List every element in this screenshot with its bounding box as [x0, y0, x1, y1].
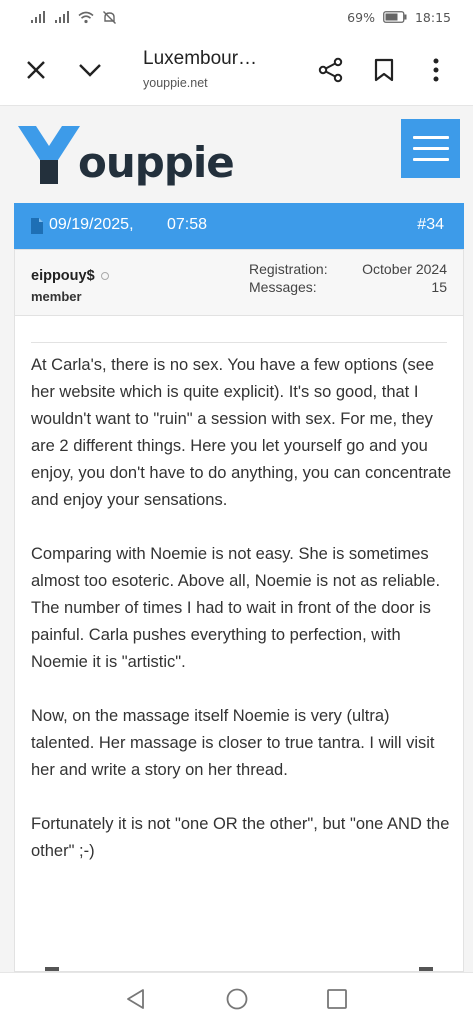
document-icon — [31, 218, 43, 234]
status-bar: 69% 18:15 — [0, 0, 473, 34]
user-stats: Registration: October 2024 Messages: 15 — [249, 260, 447, 296]
wifi-icon — [78, 11, 94, 23]
post-body: At Carla's, there is no sex. You have a … — [31, 352, 455, 892]
clock: 18:15 — [414, 9, 451, 25]
username-row: eippouy$ — [31, 268, 109, 284]
stat-registration: Registration: October 2024 — [249, 260, 447, 278]
post-paragraph: At Carla's, there is no sex. You have a … — [31, 356, 452, 509]
share-button[interactable] — [313, 52, 349, 88]
battery-icon — [383, 11, 407, 23]
close-icon — [27, 61, 45, 79]
home-icon — [226, 988, 248, 1010]
stat-label: Messages: — [249, 279, 317, 295]
site-logo[interactable]: ouppie — [16, 122, 235, 187]
browser-toolbar: Luxembour… youppie.net — [0, 34, 473, 106]
signal-icon — [55, 10, 69, 23]
post-time: 07:58 — [167, 216, 208, 233]
hamburger-menu-icon — [412, 136, 449, 139]
back-button[interactable] — [124, 987, 146, 1016]
post-footer-partial — [15, 965, 463, 971]
post-card: eippouy$ member Registration: October 20… — [14, 249, 464, 972]
bookmark-button[interactable] — [366, 52, 402, 88]
status-bar-right: 69% 18:15 — [347, 10, 451, 25]
bookmark-icon — [374, 58, 394, 82]
post-paragraph: Now, on the massage itself Noemie is ver… — [31, 707, 435, 779]
home-button[interactable] — [225, 987, 249, 1016]
post-menu-icon[interactable] — [419, 967, 433, 971]
recent-apps-icon — [327, 989, 347, 1009]
chevron-down-icon — [79, 64, 101, 77]
username-link[interactable]: eippouy$ — [31, 268, 95, 284]
logo-text: ouppie — [78, 138, 235, 187]
expand-button[interactable] — [72, 52, 108, 88]
close-button[interactable] — [18, 52, 54, 88]
battery-percent: 69% — [347, 9, 375, 25]
stat-value: 15 — [431, 279, 447, 295]
share-icon — [318, 57, 343, 83]
stat-label: Registration: — [249, 261, 328, 277]
user-role: member — [31, 289, 82, 304]
page-title: Luxembour… — [143, 48, 258, 69]
post-divider — [31, 342, 447, 343]
recent-apps-button[interactable] — [326, 988, 348, 1015]
page-title-area[interactable]: Luxembour… youppie.net — [143, 48, 303, 90]
post-header-bar: 09/19/2025, 07:58 #34 — [14, 203, 464, 249]
stat-value: October 2024 — [362, 261, 447, 277]
online-status-icon — [100, 272, 109, 280]
post-paragraph: Comparing with Noemie is not easy. She i… — [31, 545, 441, 671]
more-icon — [433, 58, 439, 82]
page-url: youppie.net — [143, 76, 208, 90]
hamburger-line — [412, 147, 449, 150]
user-info: eippouy$ member Registration: October 20… — [15, 250, 463, 316]
site-header: ouppie — [0, 106, 473, 200]
stat-messages: Messages: 15 — [249, 278, 447, 296]
hamburger-line — [412, 158, 449, 161]
signal-icon — [31, 10, 45, 23]
post-date: 09/19/2025, — [49, 216, 134, 233]
mute-icon — [103, 10, 116, 24]
hamburger-menu-button[interactable] — [401, 119, 460, 178]
status-bar-left — [30, 10, 117, 25]
post-action-icon[interactable] — [45, 967, 59, 971]
post-number-link[interactable]: #34 — [417, 216, 444, 234]
post-paragraph: Fortunately it is not "one OR the other"… — [31, 815, 450, 860]
more-options-button[interactable] — [418, 52, 454, 88]
back-icon — [127, 989, 144, 1009]
logo-y-icon — [18, 126, 80, 184]
system-nav-bar — [0, 972, 473, 1024]
